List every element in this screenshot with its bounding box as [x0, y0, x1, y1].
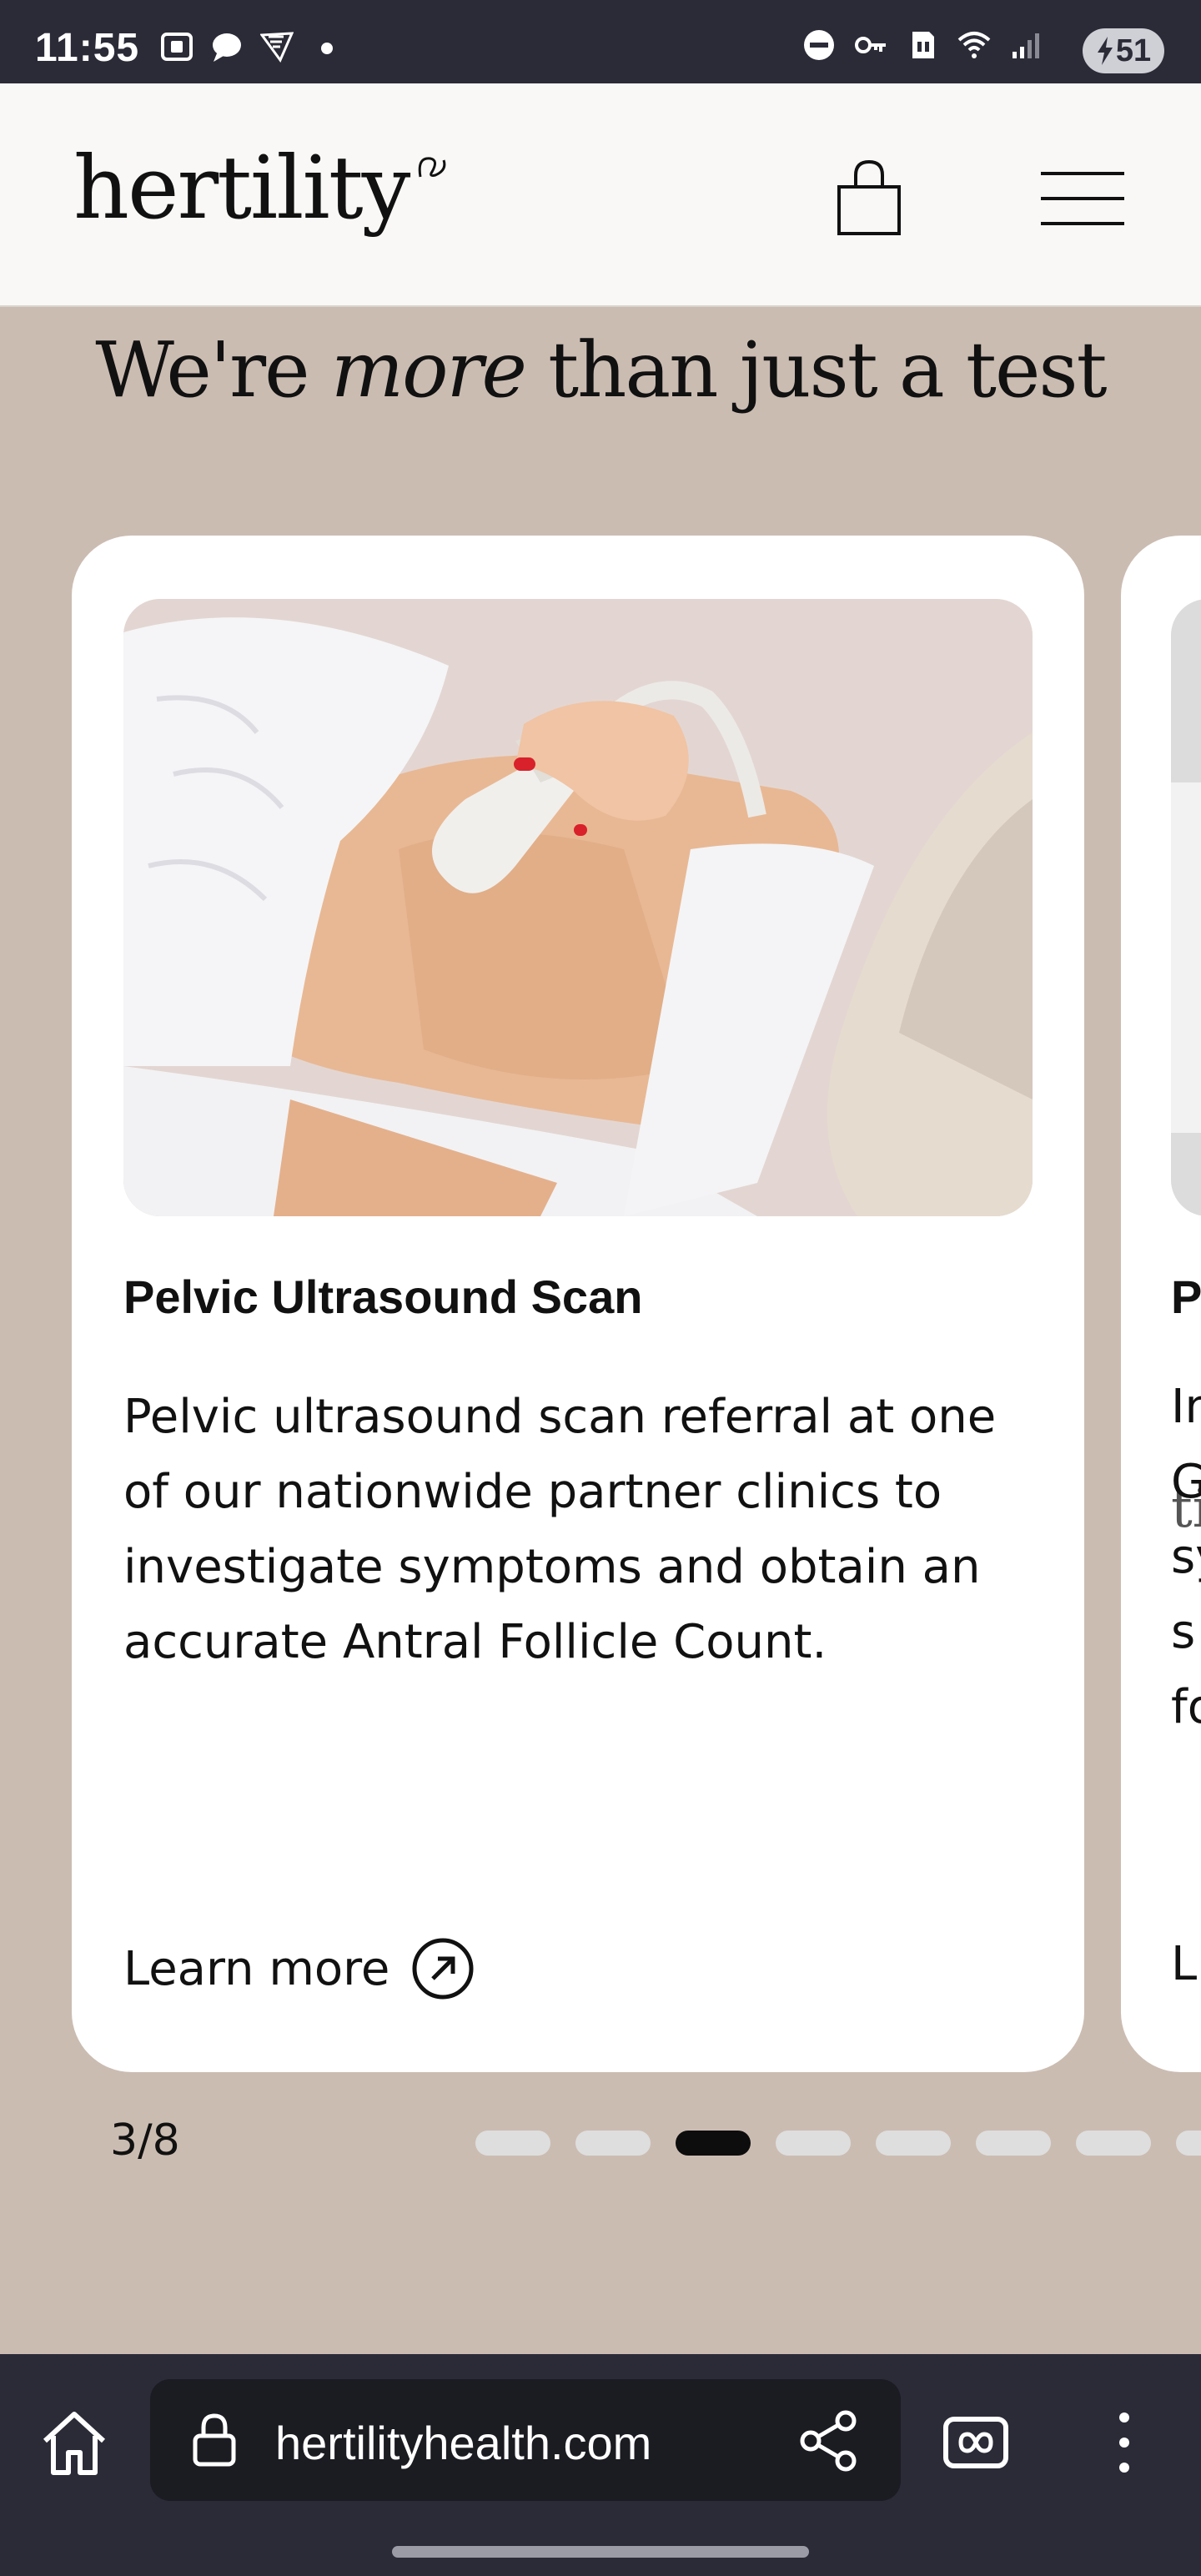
carousel-dot[interactable]	[575, 2131, 651, 2156]
next-card-link[interactable]: L	[1171, 1937, 1197, 1991]
next-card-photo	[1171, 599, 1201, 1216]
carousel-dot[interactable]	[976, 2131, 1051, 2156]
dot-icon	[321, 43, 333, 54]
status-right-icons	[802, 28, 1043, 62]
carousel-dot[interactable]	[475, 2131, 550, 2156]
carousel-dot[interactable]	[1076, 2131, 1151, 2156]
sim-icon	[912, 32, 934, 58]
gesture-navigation-bar[interactable]	[392, 2546, 809, 2558]
next-card-desc-5: fo	[1171, 1680, 1201, 1734]
carousel-dot[interactable]	[776, 2131, 851, 2156]
address-bar[interactable]: hertilityhealth.com	[150, 2379, 901, 2501]
screenshot-icon	[161, 33, 193, 61]
dnd-icon	[804, 30, 834, 60]
learn-more-label: Learn more	[123, 1941, 390, 1996]
next-card-desc-3: sy	[1171, 1530, 1201, 1584]
logo-swirl-icon	[418, 157, 446, 178]
carousel-dot[interactable]	[676, 2131, 751, 2156]
url-text: hertilityhealth.com	[275, 2417, 652, 2469]
site-header: hertility	[0, 83, 1201, 307]
browser-toolbar: hertilityhealth.com	[0, 2354, 1201, 2576]
signal-icon	[1013, 33, 1039, 58]
carousel-dot[interactable]	[1176, 2131, 1201, 2156]
title-part-2: than just a test	[525, 325, 1107, 415]
title-part-1: We're	[95, 325, 331, 415]
share-icon[interactable]	[797, 2409, 861, 2473]
status-time: 11:55	[35, 26, 140, 70]
hamburger-menu-icon[interactable]	[1041, 170, 1124, 227]
vpn-key-icon	[855, 37, 886, 53]
arrow-up-right-icon	[412, 1938, 474, 2000]
lock-icon	[193, 2413, 236, 2467]
carousel-counter: 3/8	[110, 2116, 180, 2166]
service-card[interactable]: Pelvic Ultrasound Scan Pelvic ultrasound…	[72, 536, 1084, 2072]
carousel-dot[interactable]	[876, 2131, 951, 2156]
title-italic: more	[330, 325, 527, 415]
wifi-icon	[957, 32, 991, 58]
section-title: We're more than just a test	[0, 325, 1201, 415]
screen: 11:55 51 hertility We're more than just …	[0, 0, 1201, 2576]
tabs-icon[interactable]	[941, 2407, 1011, 2478]
status-bar: 11:55 51	[0, 0, 1201, 83]
ultrasound-photo	[123, 599, 1033, 1216]
battery-indicator: 51	[1083, 28, 1164, 73]
card-description: Pelvic ultrasound scan referral at one o…	[123, 1390, 997, 1669]
next-card-desc-1: In	[1171, 1380, 1201, 1434]
more-icon[interactable]	[1099, 2407, 1149, 2478]
next-card-desc-2: G	[1171, 1455, 1201, 1509]
ultrasound-illustration	[123, 599, 1033, 1216]
hertility-logo[interactable]: hertility	[73, 137, 410, 239]
next-card-title: P	[1171, 1270, 1201, 1323]
ryanair-icon	[260, 32, 294, 63]
carousel-dots	[475, 2131, 1201, 2156]
chat-bubble-icon	[213, 33, 241, 62]
status-left-icons	[160, 30, 344, 63]
charging-bolt-icon	[1097, 37, 1113, 65]
learn-more-link[interactable]: Learn more	[123, 1937, 475, 2000]
next-service-card[interactable]: ti P In G sy s fo L	[1121, 536, 1201, 2072]
card-title: Pelvic Ultrasound Scan	[123, 1270, 643, 1323]
home-icon[interactable]	[38, 2407, 110, 2479]
battery-level: 51	[1115, 33, 1152, 68]
shopping-bag-icon[interactable]	[834, 157, 904, 237]
next-card-desc-4: s	[1171, 1605, 1196, 1659]
